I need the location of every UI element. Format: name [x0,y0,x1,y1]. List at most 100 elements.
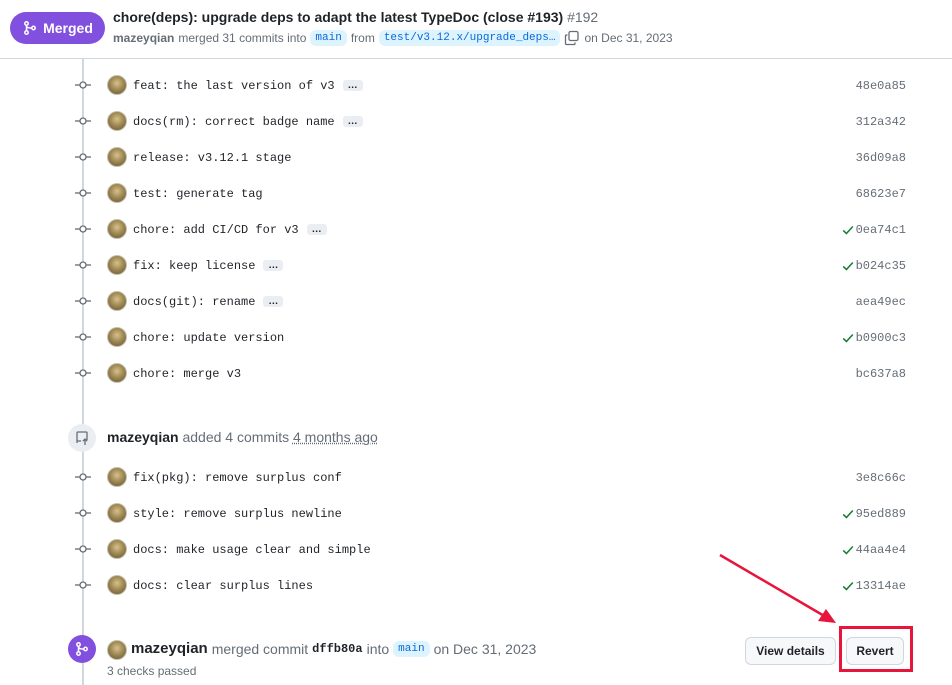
commit-sha-link[interactable]: 3e8c66c [856,471,906,485]
commit-message-text[interactable]: test: generate tag [133,187,263,201]
pr-title-text: chore(deps): upgrade deps to adapt the l… [113,9,564,25]
merge-user-link[interactable]: mazeyqian [131,640,208,657]
expand-commit-button[interactable]: … [342,80,363,92]
expand-commit-button[interactable]: … [342,116,363,128]
commit-sha-link[interactable]: 36d09a8 [856,151,906,165]
avatar[interactable] [107,363,127,383]
commit-message-link[interactable]: fix(pkg): remove surplus conf [133,471,342,485]
commit-message-link[interactable]: chore: update version [133,331,284,345]
commit-message-text[interactable]: feat: the last version of v3 [133,79,335,93]
check-icon[interactable] [841,579,855,593]
expand-commit-button[interactable]: … [263,296,284,308]
git-commit-icon [75,225,91,233]
commit-row: feat: the last version of v3 … 48e0a85 [0,67,952,103]
commit-row: release: v3.12.1 stage 36d09a8 [0,139,952,175]
avatar[interactable] [107,575,127,595]
avatar[interactable] [107,503,127,523]
commit-row: fix: keep license … b024c35 [0,247,952,283]
commit-message-text[interactable]: style: remove surplus newline [133,507,342,521]
commit-row: style: remove surplus newline 95ed889 [0,495,952,531]
commit-message-link[interactable]: docs(rm): correct badge name … [133,115,363,129]
commit-row: fix(pkg): remove surplus conf 3e8c66c [0,459,952,495]
pr-author-link[interactable]: mazeyqian [113,31,174,45]
check-icon[interactable] [841,259,855,273]
commit-sha-link[interactable]: 312a342 [856,115,906,129]
commit-message-text[interactable]: docs: make usage clear and simple [133,543,371,557]
commit-message-link[interactable]: chore: add CI/CD for v3 … [133,223,327,237]
merge-commit-sha-link[interactable]: dffb80a [312,642,362,656]
commit-message-text[interactable]: chore: update version [133,331,284,345]
commit-message-link[interactable]: feat: the last version of v3 … [133,79,363,93]
avatar[interactable] [107,640,127,660]
base-branch-label[interactable]: main [310,30,347,46]
commit-sha-link[interactable]: 48e0a85 [856,79,906,93]
commit-message-text[interactable]: fix(pkg): remove surplus conf [133,471,342,485]
avatar[interactable] [107,75,127,95]
commit-sha-link[interactable]: 13314ae [856,579,906,593]
git-merge-icon [24,21,37,35]
commit-sha-link[interactable]: b024c35 [856,259,906,273]
expand-commit-button[interactable]: … [263,260,284,272]
commit-row: docs: clear surplus lines 13314ae [0,567,952,603]
commit-message-link[interactable]: release: v3.12.1 stage [133,151,291,165]
commit-message-link[interactable]: docs: make usage clear and simple [133,543,371,557]
commit-message-link[interactable]: docs: clear surplus lines [133,579,313,593]
commit-sha-link[interactable]: bc637a8 [856,367,906,381]
merge-into-text: into [366,640,390,657]
commit-message-link[interactable]: chore: merge v3 [133,367,241,381]
checks-passed-text[interactable]: 3 checks passed [107,664,196,678]
check-icon[interactable] [841,331,855,345]
merge-event-text: mazeyqian merged commit dffb80a into mai… [131,640,536,657]
pr-title: chore(deps): upgrade deps to adapt the l… [113,9,598,25]
avatar[interactable] [107,467,127,487]
commit-message-text[interactable]: docs(rm): correct badge name [133,115,335,129]
commit-message-text[interactable]: docs: clear surplus lines [133,579,313,593]
commit-sha-link[interactable]: aea49ec [856,295,906,309]
avatar[interactable] [107,291,127,311]
check-icon[interactable] [841,507,855,521]
head-branch-label[interactable]: test/v3.12.x/upgrade_deps… [378,30,561,46]
commit-row: docs(git): rename … aea49ec [0,283,952,319]
commit-message-link[interactable]: docs(git): rename … [133,295,284,309]
avatar[interactable] [107,219,127,239]
commit-message-link[interactable]: style: remove surplus newline [133,507,342,521]
commit-message-link[interactable]: test: generate tag [133,187,263,201]
git-commit-icon [75,117,91,125]
git-commit-icon [75,261,91,269]
commit-message-text[interactable]: docs(git): rename [133,295,255,309]
commit-sha-link[interactable]: 68623e7 [856,187,906,201]
commit-message-link[interactable]: fix: keep license … [133,259,284,273]
avatar[interactable] [107,539,127,559]
merge-event-icon [68,635,96,663]
git-commit-icon [75,153,91,161]
pr-subtitle: mazeyqian merged 31 commits into main fr… [113,30,673,46]
view-details-button[interactable]: View details [745,637,836,665]
avatar[interactable] [107,255,127,275]
commit-message-text[interactable]: fix: keep license [133,259,255,273]
commit-message-text[interactable]: chore: merge v3 [133,367,241,381]
commit-sha-link[interactable]: 44aa4e4 [856,543,906,557]
merged-status-label: Merged [43,20,93,36]
avatar[interactable] [107,111,127,131]
expand-commit-button[interactable]: … [306,224,327,236]
repo-push-icon [68,424,96,452]
pr-number: #192 [567,9,599,25]
commit-row: test: generate tag 68623e7 [0,175,952,211]
avatar[interactable] [107,183,127,203]
event-user-link[interactable]: mazeyqian [107,429,179,445]
pr-header: Merged chore(deps): upgrade deps to adap… [0,0,952,59]
avatar[interactable] [107,147,127,167]
commit-message-text[interactable]: release: v3.12.1 stage [133,151,291,165]
commit-sha-link[interactable]: 95ed889 [856,507,906,521]
commit-sha-link[interactable]: b0900c3 [856,331,906,345]
commit-message-text[interactable]: chore: add CI/CD for v3 [133,223,299,237]
merge-branch-label[interactable]: main [393,640,430,657]
added-commits-event: mazeyqian added 4 commits 4 months ago [107,429,378,445]
check-icon[interactable] [841,543,855,557]
event-time-link[interactable]: 4 months ago [293,429,378,445]
avatar[interactable] [107,327,127,347]
copy-icon[interactable] [564,30,580,46]
check-icon[interactable] [841,223,855,237]
git-commit-icon [75,333,91,341]
commit-sha-link[interactable]: 0ea74c1 [856,223,906,237]
